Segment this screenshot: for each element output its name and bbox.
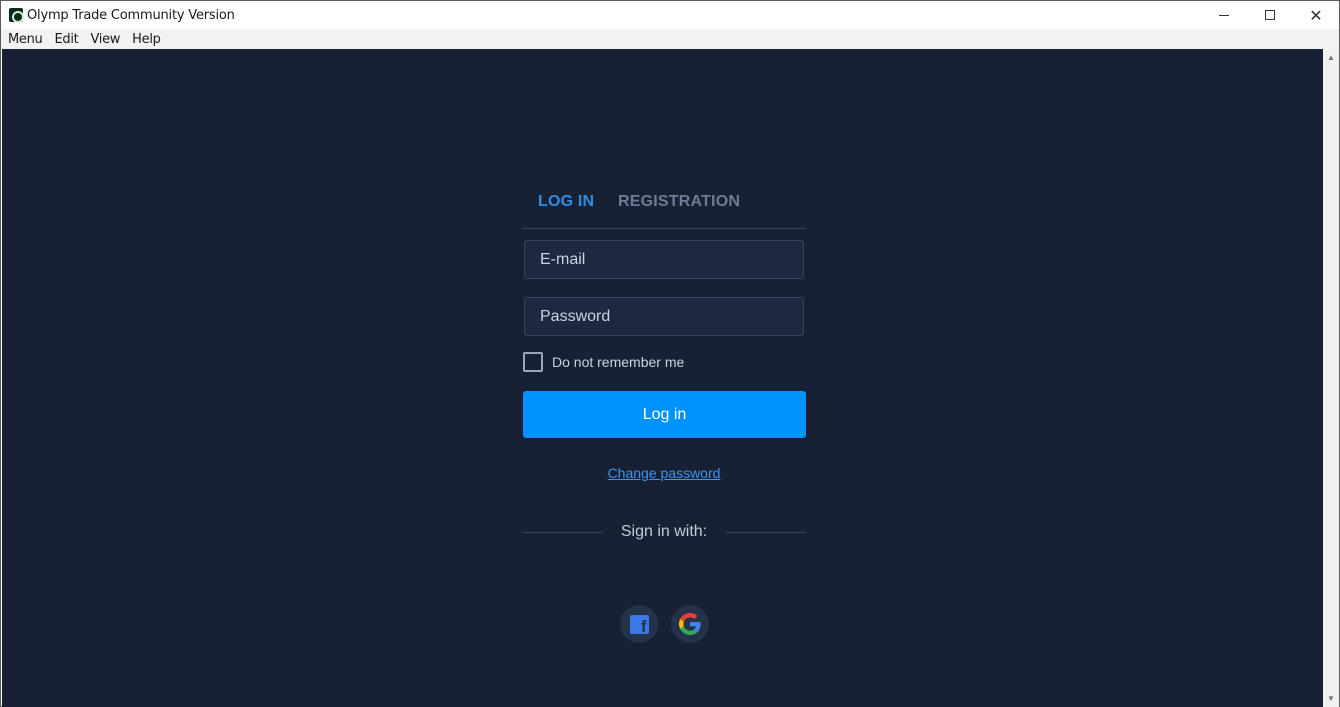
menu-item-edit[interactable]: Edit [49, 32, 85, 47]
remember-row: Do not remember me [523, 352, 684, 372]
change-password-link[interactable]: Change password [522, 465, 806, 481]
tab-registration[interactable]: REGISTRATION [618, 193, 740, 211]
close-icon: ✕ [1309, 5, 1323, 25]
auth-tabs: LOG IN REGISTRATION [522, 179, 806, 229]
maximize-icon [1265, 10, 1275, 20]
divider-line-right [726, 532, 806, 533]
app-window: Olymp Trade Community Version ✕ Menu Edi… [0, 0, 1340, 707]
menu-item-help[interactable]: Help [126, 32, 166, 47]
maximize-button[interactable] [1247, 1, 1293, 29]
scroll-down-icon[interactable]: ▼ [1323, 690, 1339, 707]
tab-log-in[interactable]: LOG IN [538, 193, 594, 211]
remember-checkbox[interactable] [523, 352, 543, 372]
remember-label[interactable]: Do not remember me [552, 354, 684, 370]
minimize-button[interactable] [1201, 1, 1247, 29]
password-field-wrapper [524, 297, 804, 336]
email-field-wrapper [524, 240, 804, 279]
login-button[interactable]: Log in [523, 391, 806, 438]
google-icon [679, 613, 701, 635]
minimize-icon [1219, 14, 1229, 16]
close-button[interactable]: ✕ [1293, 1, 1339, 29]
password-field[interactable] [525, 298, 803, 335]
facebook-login-button[interactable]: f [620, 605, 658, 643]
facebook-icon: f [629, 614, 649, 635]
title-bar[interactable]: Olymp Trade Community Version ✕ [1, 1, 1339, 29]
menu-item-view[interactable]: View [84, 32, 126, 47]
menu-bar: Menu Edit View Help [1, 29, 1339, 49]
menu-item-menu[interactable]: Menu [1, 32, 49, 47]
vertical-scrollbar[interactable]: ▲ ▼ [1323, 49, 1339, 707]
sign-in-with-divider: Sign in with: [522, 522, 806, 542]
auth-panel: LOG IN REGISTRATION Do not remember me L… [522, 179, 806, 643]
google-login-button[interactable] [671, 605, 709, 643]
window-title: Olymp Trade Community Version [27, 8, 235, 23]
main-content: LOG IN REGISTRATION Do not remember me L… [2, 49, 1323, 707]
scroll-up-icon[interactable]: ▲ [1323, 49, 1339, 66]
app-logo-icon [9, 8, 24, 23]
email-field[interactable] [525, 241, 803, 278]
